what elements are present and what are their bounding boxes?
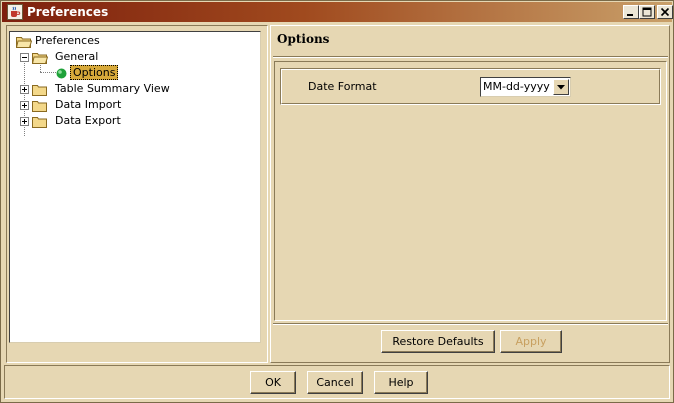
date-format-select[interactable]: MM-dd-yyyy bbox=[480, 77, 571, 97]
window-title: Preferences bbox=[27, 5, 109, 19]
collapse-toggle-icon[interactable] bbox=[20, 53, 29, 62]
restore-defaults-button[interactable]: Restore Defaults bbox=[381, 330, 495, 353]
ok-button[interactable]: OK bbox=[250, 371, 296, 394]
tree-item-label: Preferences bbox=[35, 34, 100, 47]
tree-item-label: Options bbox=[70, 65, 119, 80]
tree-item-label: Data Import bbox=[55, 98, 122, 111]
title-separator bbox=[273, 56, 668, 58]
minimize-button[interactable] bbox=[623, 5, 639, 19]
buttons-separator bbox=[273, 323, 668, 325]
maximize-button[interactable] bbox=[639, 5, 655, 19]
tree-item-label: General bbox=[55, 50, 99, 63]
java-cup-icon bbox=[7, 4, 23, 20]
expand-toggle-icon[interactable] bbox=[20, 101, 29, 110]
expand-toggle-icon[interactable] bbox=[20, 117, 29, 126]
tree-connector bbox=[40, 72, 56, 73]
panel-title: Options bbox=[277, 32, 330, 46]
folder-open-icon bbox=[32, 53, 48, 64]
tree-item-label: Table Summary View bbox=[55, 82, 170, 95]
preferences-tree[interactable]: Preferences General Options Table Summar… bbox=[9, 31, 261, 343]
apply-button[interactable]: Apply bbox=[500, 330, 562, 353]
help-button[interactable]: Help bbox=[374, 371, 428, 394]
date-format-label: Date Format bbox=[308, 80, 377, 93]
expand-toggle-icon[interactable] bbox=[20, 85, 29, 94]
green-dot-icon bbox=[56, 68, 67, 79]
title-bar[interactable]: Preferences bbox=[2, 2, 673, 22]
cancel-button[interactable]: Cancel bbox=[307, 371, 363, 394]
close-button[interactable] bbox=[657, 5, 673, 19]
folder-icon bbox=[32, 101, 47, 112]
preferences-window: Preferences Preferences General Options … bbox=[0, 0, 674, 403]
folder-icon bbox=[32, 117, 47, 128]
date-format-value: MM-dd-yyyy bbox=[483, 80, 550, 93]
tree-item-label: Data Export bbox=[55, 114, 121, 127]
folder-open-icon bbox=[16, 37, 32, 48]
dropdown-arrow-icon[interactable] bbox=[553, 79, 569, 95]
folder-icon bbox=[32, 85, 47, 96]
